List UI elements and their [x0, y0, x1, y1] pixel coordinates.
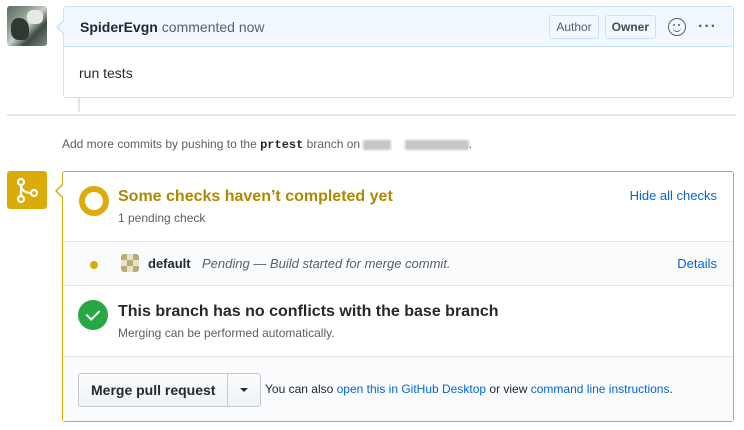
- status-details-link[interactable]: Details: [677, 256, 717, 271]
- conflicts-subtitle: Merging can be performed automatically.: [118, 326, 335, 340]
- alt-prefix: You can also: [265, 382, 334, 396]
- alt-suffix: .: [669, 382, 673, 396]
- comment-body: run tests: [79, 65, 133, 81]
- command-line-instructions-link[interactable]: command line instructions: [531, 382, 670, 396]
- conflicts-title: This branch has no conflicts with the ba…: [118, 303, 499, 320]
- comment-timestamp[interactable]: commented now: [162, 19, 265, 35]
- branch-name: prtest: [260, 138, 304, 152]
- merge-alternatives: You can also open this in GitHub Desktop…: [265, 382, 673, 396]
- comment-author[interactable]: SpiderEvgn: [80, 19, 158, 35]
- status-context-name: default: [148, 256, 191, 271]
- merge-panel: Some checks haven’t completed yet 1 pend…: [55, 171, 734, 422]
- checks-title: Some checks haven’t completed yet: [118, 188, 393, 205]
- pending-dot-icon: [90, 261, 98, 269]
- redacted-repo-name: [404, 139, 469, 150]
- merge-method-dropdown-icon[interactable]: [228, 374, 260, 406]
- ci-app-icon: [121, 254, 139, 272]
- hint-prefix: Add more commits by pushing to the: [62, 137, 257, 151]
- merge-pull-request-button[interactable]: Merge pull request: [79, 374, 229, 406]
- merge-actions: Merge pull request You can also open thi…: [63, 357, 733, 421]
- checks-summary: Some checks haven’t completed yet 1 pend…: [63, 172, 733, 242]
- hide-checks-link[interactable]: Hide all checks: [630, 188, 717, 203]
- status-description: Pending — Build started for merge commit…: [202, 256, 451, 271]
- push-hint: Add more commits by pushing to the prtes…: [62, 137, 472, 152]
- more-options-icon[interactable]: ···: [698, 19, 717, 35]
- pending-icon: [79, 186, 109, 216]
- open-github-desktop-link[interactable]: open this in GitHub Desktop: [337, 382, 486, 396]
- redacted-repo-owner: [363, 139, 392, 150]
- author-badge: Author: [549, 15, 599, 39]
- alt-middle: or view: [489, 382, 528, 396]
- timeline-line: [78, 98, 80, 112]
- timeline-divider: [7, 114, 736, 116]
- comment-box: SpiderEvgn commented now Author Owner ··…: [56, 6, 734, 98]
- comment-header: SpiderEvgn commented now Author Owner ··…: [64, 7, 733, 47]
- check-icon: [78, 300, 108, 330]
- merge-button-group: Merge pull request: [78, 373, 262, 407]
- avatar-shape: [11, 18, 29, 40]
- git-merge-icon: [7, 171, 47, 209]
- comment-actions: Author Owner ···: [549, 15, 717, 39]
- hint-middle: branch on: [306, 137, 361, 151]
- hint-suffix: .: [468, 137, 473, 151]
- checks-subtitle: 1 pending check: [118, 211, 206, 225]
- status-item: default Pending — Build started for merg…: [63, 242, 733, 286]
- avatar-shape: [27, 10, 43, 24]
- add-reaction-icon[interactable]: [668, 18, 687, 36]
- avatar[interactable]: [7, 6, 47, 46]
- conflicts-section: This branch has no conflicts with the ba…: [63, 286, 733, 357]
- owner-badge: Owner: [604, 15, 657, 39]
